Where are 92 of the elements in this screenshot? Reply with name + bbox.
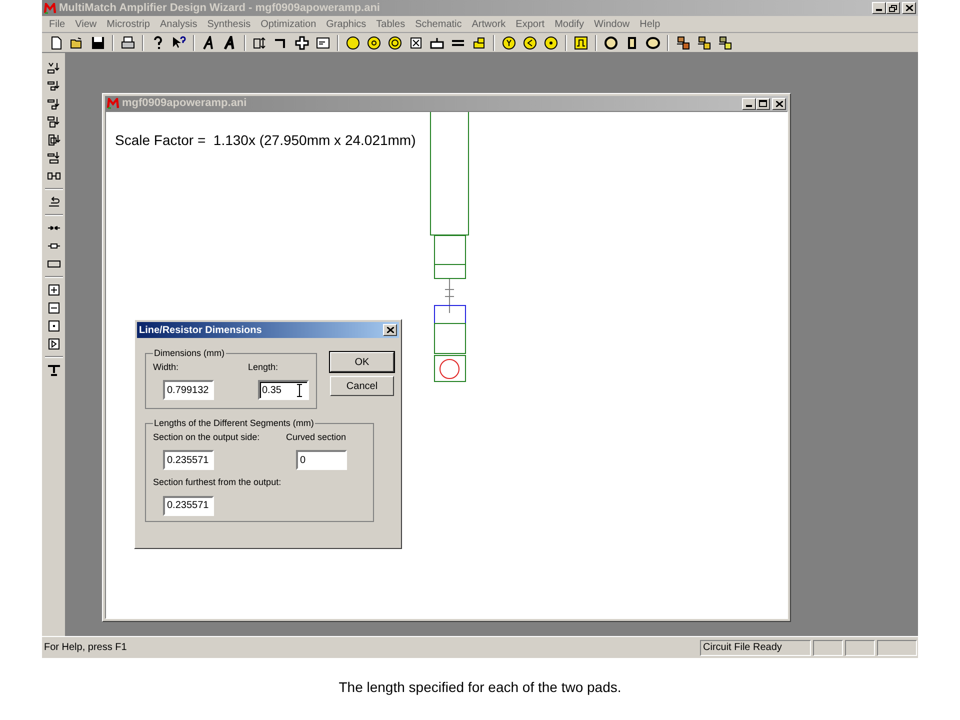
scale-factor-text: Scale Factor = 1.130x (27.950mm x 24.021mm) xyxy=(115,131,416,150)
list-box-icon[interactable] xyxy=(316,36,330,50)
network-icon[interactable] xyxy=(718,36,732,50)
menu-item[interactable]: Help xyxy=(634,16,666,32)
play-square-icon[interactable] xyxy=(46,337,60,351)
stub-icon[interactable] xyxy=(46,61,60,75)
app-title: MultiMatch Amplifier Design Wizard - mgf0909apoweramp.ani xyxy=(59,0,381,16)
input-field[interactable]: 0.235571 xyxy=(163,450,214,470)
input-field[interactable]: 0.235571 xyxy=(163,496,214,516)
shape-icon[interactable] xyxy=(472,36,486,50)
circle-icon[interactable] xyxy=(388,36,402,50)
dialog-title: Line/Resistor Dimensions xyxy=(139,324,263,338)
status-text: For Help, press F1 xyxy=(43,641,128,655)
minimize-icon xyxy=(746,104,752,106)
dialog-button[interactable]: OK xyxy=(330,352,394,372)
new-file-icon[interactable] xyxy=(49,36,63,50)
close-icon xyxy=(386,327,394,333)
field-label: Section furthest from the output: xyxy=(153,476,282,489)
text-cursor-icon xyxy=(296,384,303,397)
document-logo-icon xyxy=(107,98,119,109)
open-folder-icon[interactable] xyxy=(70,36,84,50)
minimize-button[interactable] xyxy=(742,98,756,110)
menu-item[interactable]: Window xyxy=(589,16,635,32)
circle-icon[interactable] xyxy=(346,36,360,50)
printer-icon[interactable] xyxy=(121,36,135,50)
tee-junction-icon[interactable] xyxy=(46,363,60,377)
minimize-icon xyxy=(876,9,882,11)
circle-icon[interactable] xyxy=(367,36,381,50)
menu-item[interactable]: Tables xyxy=(371,16,410,32)
close-icon xyxy=(776,100,782,106)
status-pane xyxy=(813,640,843,656)
plus-square-icon[interactable] xyxy=(46,283,60,297)
stub-icon[interactable] xyxy=(46,97,60,111)
input-field[interactable]: 0.799132 xyxy=(163,380,214,400)
stub-icon[interactable] xyxy=(46,79,60,93)
menu-item[interactable]: Export xyxy=(510,16,550,32)
pulse-icon[interactable] xyxy=(574,36,588,50)
close-button[interactable] xyxy=(383,324,397,336)
network-icon[interactable] xyxy=(697,36,711,50)
menu-item[interactable]: Schematic xyxy=(410,16,467,32)
ellipse-icon[interactable] xyxy=(646,36,660,50)
field-label: Curved section xyxy=(286,430,348,444)
circle-icon[interactable] xyxy=(502,36,516,50)
maximize-button[interactable] xyxy=(756,98,770,110)
grid-square-icon[interactable] xyxy=(409,36,423,50)
network-icon[interactable] xyxy=(676,36,690,50)
input-field[interactable]: 0 xyxy=(296,450,347,470)
stub-icon[interactable] xyxy=(46,133,60,147)
restore-button[interactable] xyxy=(886,2,900,14)
dot-square-icon[interactable] xyxy=(46,319,60,333)
circle-icon[interactable] xyxy=(523,36,537,50)
status-pane xyxy=(845,640,875,656)
maximize-icon xyxy=(759,100,767,107)
stub-icon[interactable] xyxy=(46,151,60,165)
box-arrows-icon[interactable] xyxy=(253,36,267,50)
circle-icon[interactable] xyxy=(604,36,618,50)
menu-item[interactable]: Optimization xyxy=(256,16,322,32)
status-pane: Circuit File Ready xyxy=(700,640,811,656)
curved-arrow-icon[interactable] xyxy=(46,195,60,209)
cross-icon[interactable] xyxy=(295,36,309,50)
restore-icon xyxy=(889,4,897,12)
field-label: Width: xyxy=(153,360,180,374)
status-pane xyxy=(877,640,917,656)
menu-item[interactable]: View xyxy=(70,16,102,32)
dialog-button[interactable]: Cancel xyxy=(330,376,394,396)
input-field[interactable]: 0.35 xyxy=(258,380,309,400)
tee-icon[interactable] xyxy=(430,36,444,50)
menu-item[interactable]: File xyxy=(44,16,70,32)
field-label: Length: xyxy=(248,360,280,374)
group-label: Lengths of the Different Segments (mm) xyxy=(153,417,315,430)
pointer-question-icon[interactable] xyxy=(172,36,186,50)
minus-square-icon[interactable] xyxy=(46,301,60,315)
field-label: Section on the output side: xyxy=(153,430,261,444)
menu-item[interactable]: Artwork xyxy=(466,16,511,32)
rectangle-icon[interactable] xyxy=(625,36,639,50)
group-label: Dimensions (mm) xyxy=(153,347,226,360)
close-button[interactable] xyxy=(772,98,786,110)
menu-item[interactable]: Modify xyxy=(550,16,590,32)
menu-item[interactable]: Microstrip xyxy=(102,16,155,32)
menu-item[interactable]: Synthesis xyxy=(202,16,256,32)
app-logo-icon xyxy=(44,2,56,14)
circle-icon[interactable] xyxy=(544,36,558,50)
close-button[interactable] xyxy=(902,2,916,14)
menu-item[interactable]: Graphics xyxy=(321,16,372,32)
document-title: mgf0909apoweramp.ani xyxy=(122,96,248,112)
menu-item[interactable]: Analysis xyxy=(154,16,202,32)
save-icon[interactable] xyxy=(91,36,105,50)
question-mark-icon[interactable] xyxy=(151,36,165,50)
stub-icon[interactable] xyxy=(46,115,60,129)
minimize-button[interactable] xyxy=(872,2,886,14)
close-icon xyxy=(906,5,912,11)
caption-text: The length specified for each of the two pads. xyxy=(338,678,622,697)
